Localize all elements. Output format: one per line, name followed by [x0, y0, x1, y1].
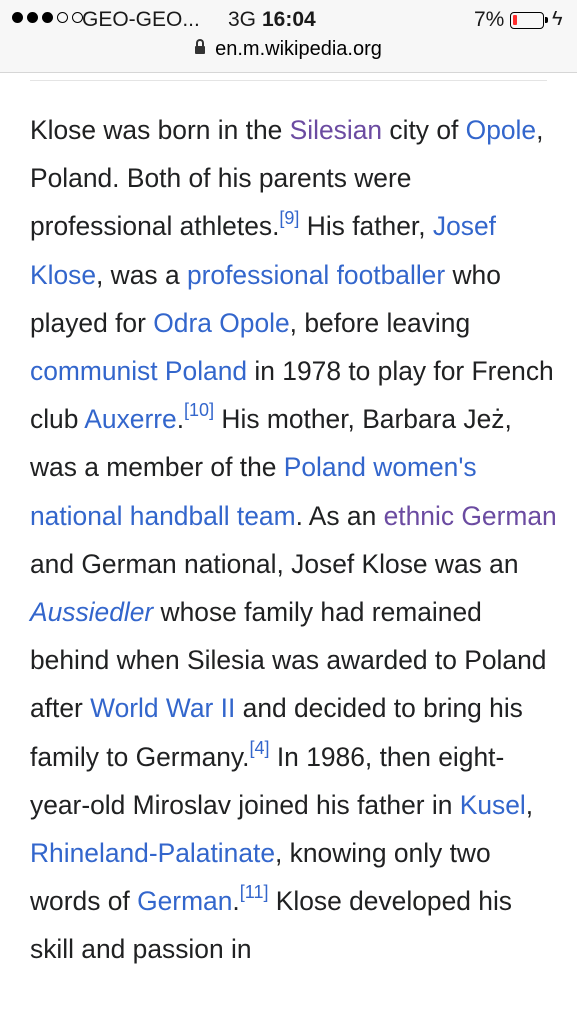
text: , before leaving	[289, 307, 471, 338]
text: ,	[525, 789, 534, 820]
signal-strength-icon	[12, 12, 83, 23]
ref-link[interactable]: [9]	[279, 208, 299, 228]
link-auxerre[interactable]: Auxerre	[84, 404, 176, 434]
battery-percent: 7%	[474, 8, 505, 31]
link-professional-footballer[interactable]: professional footballer	[187, 260, 445, 290]
link-kusel[interactable]: Kusel	[460, 790, 526, 820]
clock: 16:04	[262, 8, 316, 31]
text: . As an	[295, 500, 384, 531]
text: .	[176, 404, 185, 435]
link-odra-opole[interactable]: Odra Opole	[153, 308, 289, 338]
link-opole[interactable]: Opole	[466, 115, 536, 145]
section-divider	[30, 80, 547, 81]
link-german[interactable]: German	[137, 886, 232, 916]
ref-link[interactable]: [10]	[184, 400, 214, 420]
network-type: 3G	[228, 8, 257, 31]
paragraph: Klose was born in the Silesian city of O…	[30, 106, 560, 974]
article-body: Klose was born in the Silesian city of O…	[30, 106, 560, 974]
link-rhineland-palatinate[interactable]: Rhineland-Palatinate	[30, 838, 275, 868]
battery-icon	[510, 12, 548, 29]
link-communist-poland[interactable]: communist Poland	[30, 356, 247, 386]
carrier-name: GEO-GEO...	[82, 8, 200, 31]
text: city of	[382, 115, 466, 145]
address-bar[interactable]: en.m.wikipedia.org	[0, 38, 577, 61]
charging-bolt-icon: ϟ	[552, 8, 563, 30]
link-ethnic-german[interactable]: ethnic German	[384, 501, 557, 531]
url-text: en.m.wikipedia.org	[215, 38, 382, 60]
text: .	[232, 886, 240, 917]
link-aussiedler[interactable]: Aussiedler	[30, 597, 153, 627]
text: and German national, Josef Klose was an	[30, 548, 519, 579]
reference-9[interactable]: [9]	[279, 208, 299, 228]
text: , was a	[96, 259, 187, 290]
ref-link[interactable]: [11]	[240, 882, 269, 902]
reference-11[interactable]: [11]	[240, 882, 269, 902]
lock-icon	[195, 39, 206, 54]
reference-10[interactable]: [10]	[184, 400, 214, 420]
text: His father,	[299, 211, 433, 242]
text: Klose was born in the	[30, 115, 290, 145]
reference-4[interactable]: [4]	[250, 738, 270, 758]
link-silesian[interactable]: Silesian	[290, 115, 382, 145]
ref-link[interactable]: [4]	[250, 738, 270, 758]
status-bar: GEO-GEO... 3G 16:04 7% ϟ en.m.wikipedia.…	[0, 0, 577, 73]
link-world-war-ii[interactable]: World War II	[90, 693, 235, 723]
